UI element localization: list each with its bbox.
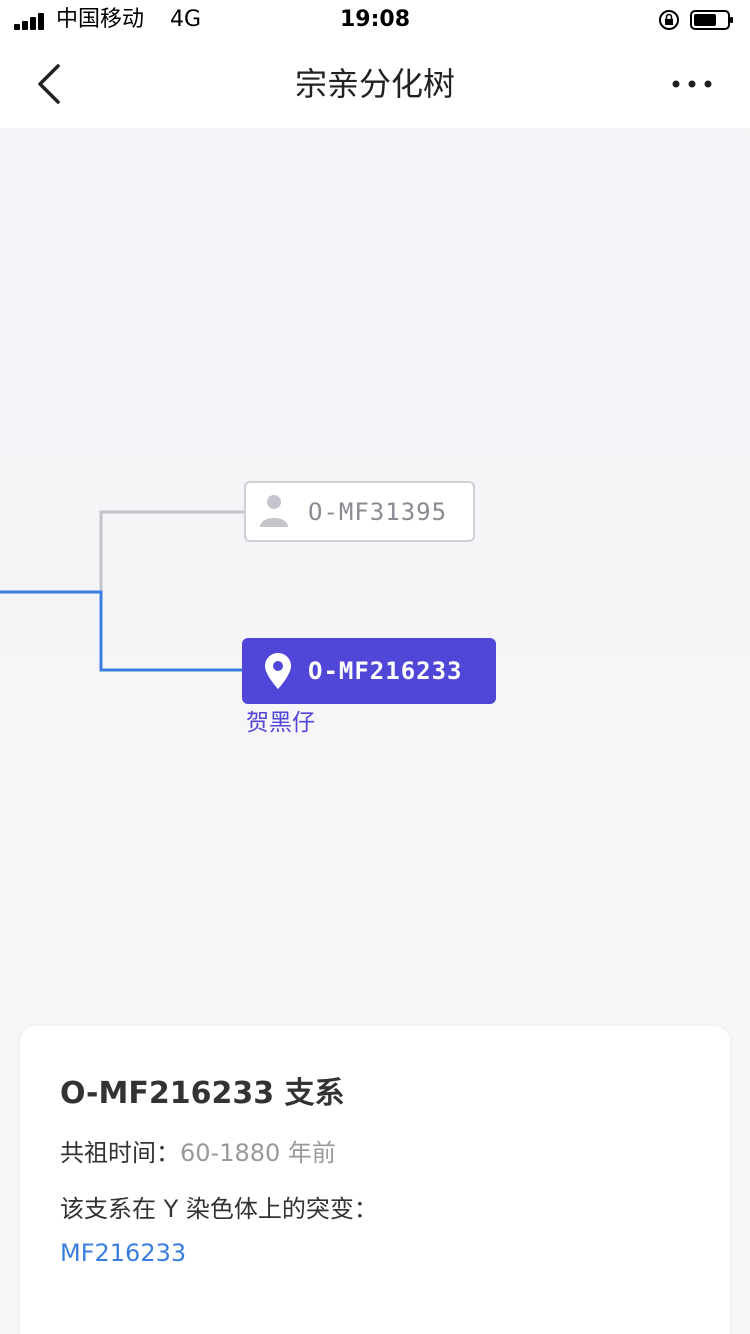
screen: 中国移动 4G 19:08 宗亲分化树 O-MF31395 O-MF216233… [0, 0, 750, 1334]
mutation-link[interactable]: MF216233 [60, 1236, 186, 1270]
tree-node-label: O-MF216233 [308, 657, 463, 685]
common-ancestor-row: 共祖时间：60-1880 年前 [60, 1136, 336, 1170]
tree-node-inactive[interactable]: O-MF31395 [244, 481, 475, 542]
tree-node-person-name: 贺黑仔 [246, 710, 315, 736]
person-icon [260, 495, 288, 527]
tree-node-label: O-MF31395 [308, 498, 448, 526]
location-pin-icon [265, 653, 291, 689]
tree-node-active[interactable]: O-MF216233 [242, 638, 496, 704]
inactive-branch-line [99, 510, 244, 592]
common-ancestor-value: 60-1880 年前 [180, 1139, 336, 1167]
mutation-label: 该支系在 Y 染色体上的突变： [60, 1195, 378, 1223]
active-branch-line [0, 590, 242, 672]
common-ancestor-label: 共祖时间： [60, 1139, 180, 1167]
card-title: O-MF216233 支系 [60, 1076, 345, 1111]
branch-info-card: O-MF216233 支系 共祖时间：60-1880 年前 该支系在 Y 染色体… [20, 1026, 730, 1334]
